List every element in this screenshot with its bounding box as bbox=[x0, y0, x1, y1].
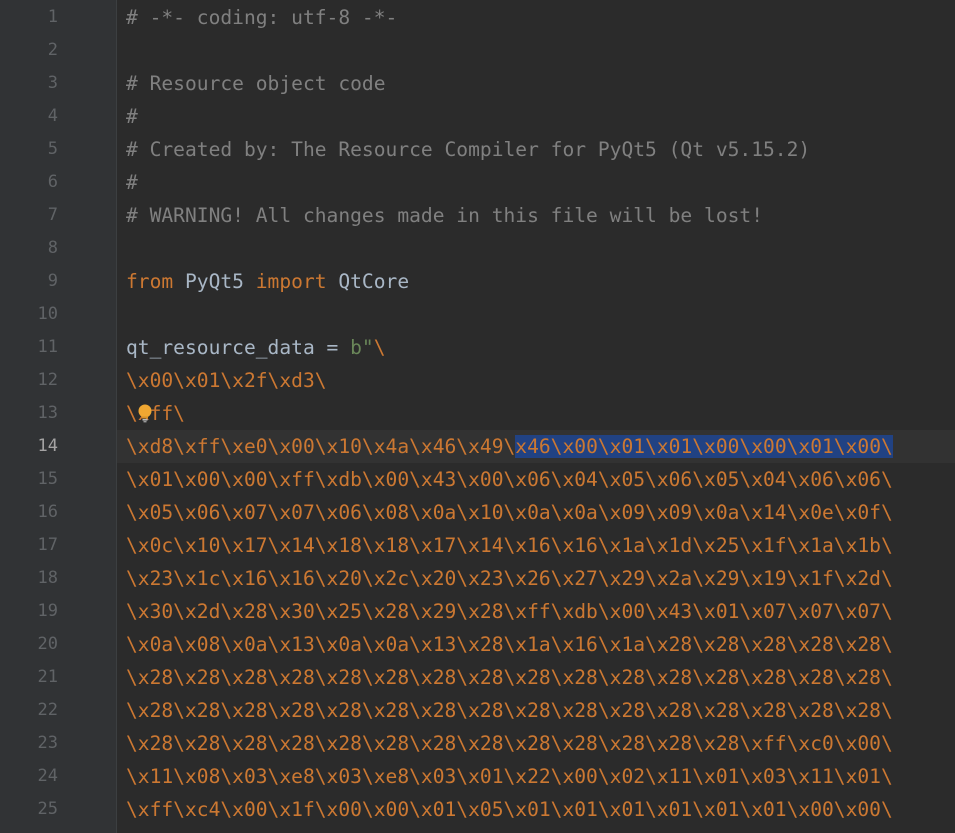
keyword-from: from bbox=[126, 270, 174, 293]
keyword-import: import bbox=[255, 270, 327, 293]
byte-escape-text: \x23\x1c\x16\x16\x20\x2c\x20\x23\x26\x27… bbox=[126, 567, 893, 590]
line-number: 12 bbox=[37, 370, 58, 390]
comment-text: # WARNING! All changes made in this file… bbox=[126, 204, 764, 227]
line-number: 17 bbox=[37, 535, 58, 555]
comment-text: # bbox=[126, 171, 138, 194]
code-line[interactable]: 5 # Created by: The Resource Compiler fo… bbox=[0, 133, 955, 166]
line-number: 19 bbox=[37, 601, 58, 621]
line-number: 13 bbox=[37, 403, 58, 423]
byte-escape-text: \x28\x28\x28\x28\x28\x28\x28\x28\x28\x28… bbox=[126, 732, 893, 755]
variable-name[interactable]: qt_resource_data = bbox=[126, 336, 350, 359]
line-number: 2 bbox=[47, 40, 58, 60]
line-number: 1 bbox=[47, 7, 58, 27]
code-line[interactable]: 21 \x28\x28\x28\x28\x28\x28\x28\x28\x28\… bbox=[0, 661, 955, 694]
lightbulb-icon[interactable] bbox=[137, 404, 153, 423]
comment-text: # -*- coding: utf-8 -*- bbox=[126, 6, 398, 29]
line-number: 11 bbox=[37, 337, 58, 357]
line-number: 15 bbox=[37, 469, 58, 489]
assignment-statement: qt_resource_data = b"\ bbox=[126, 331, 386, 364]
code-editor[interactable]: 1 # -*- coding: utf-8 -*- 2 3 # Resource… bbox=[0, 0, 955, 833]
byte-escape-text: \x0c\x10\x17\x14\x18\x18\x17\x14\x16\x16… bbox=[126, 534, 893, 557]
line-number: 18 bbox=[37, 568, 58, 588]
class-name[interactable]: QtCore bbox=[338, 270, 409, 293]
line-number: 7 bbox=[47, 205, 58, 225]
byte-escape-text: \x01\x00\x00\xff\xdb\x00\x43\x00\x06\x04… bbox=[126, 468, 893, 491]
line-number: 21 bbox=[37, 667, 58, 687]
byte-escape-text: \x28\x28\x28\x28\x28\x28\x28\x28\x28\x28… bbox=[126, 666, 893, 689]
line-number: 14 bbox=[37, 436, 58, 456]
byte-escape-text: \xff\ bbox=[126, 402, 185, 425]
import-statement: from PyQt5 import QtCore bbox=[126, 265, 409, 298]
comment-text: # bbox=[126, 105, 138, 128]
byte-escape-text: \x30\x2d\x28\x30\x25\x28\x29\x28\xff\xdb… bbox=[126, 600, 893, 623]
code-line-current[interactable]: 14 \xd8\xff\xe0\x00\x10\x4a\x46\x49\x46\… bbox=[0, 430, 955, 463]
unselected-text: \xd8\xff\xe0\x00\x10\x4a\x46\x49\ bbox=[126, 435, 516, 458]
code-line[interactable]: 15 \x01\x00\x00\xff\xdb\x00\x43\x00\x06\… bbox=[0, 463, 955, 496]
code-line[interactable]: 24 \x11\x08\x03\xe8\x03\xe8\x03\x01\x22\… bbox=[0, 760, 955, 793]
code-line[interactable]: 22 \x28\x28\x28\x28\x28\x28\x28\x28\x28\… bbox=[0, 694, 955, 727]
code-line[interactable]: 2 bbox=[0, 34, 955, 67]
line-number: 4 bbox=[47, 106, 58, 126]
code-line[interactable]: 23 \x28\x28\x28\x28\x28\x28\x28\x28\x28\… bbox=[0, 727, 955, 760]
byte-escape-text: \x11\x08\x03\xe8\x03\xe8\x03\x01\x22\x00… bbox=[126, 765, 893, 788]
code-line[interactable]: 12 \x00\x01\x2f\xd3\ bbox=[0, 364, 955, 397]
code-line[interactable]: 10 bbox=[0, 298, 955, 331]
code-line[interactable]: 6 # bbox=[0, 166, 955, 199]
string-prefix: b" bbox=[350, 336, 374, 359]
line-number: 23 bbox=[37, 733, 58, 753]
line-number: 5 bbox=[47, 139, 58, 159]
byte-escape-text: \xd8\xff\xe0\x00\x10\x4a\x46\x49\x46\x00… bbox=[126, 430, 893, 463]
line-number: 9 bbox=[47, 271, 58, 291]
code-line[interactable]: 3 # Resource object code bbox=[0, 67, 955, 100]
line-number: 3 bbox=[47, 73, 58, 93]
line-number: 6 bbox=[47, 172, 58, 192]
line-number: 22 bbox=[37, 700, 58, 720]
code-line[interactable]: 13 \xff\ bbox=[0, 397, 955, 430]
code-line[interactable]: 11 qt_resource_data = b"\ bbox=[0, 331, 955, 364]
code-line[interactable]: 20 \x0a\x08\x0a\x13\x0a\x0a\x13\x28\x1a\… bbox=[0, 628, 955, 661]
code-line[interactable]: 8 bbox=[0, 232, 955, 265]
code-line[interactable]: 9 from PyQt5 import QtCore bbox=[0, 265, 955, 298]
module-name[interactable]: PyQt5 bbox=[185, 270, 244, 293]
code-line[interactable]: 1 # -*- coding: utf-8 -*- bbox=[0, 1, 955, 34]
code-line[interactable]: 18 \x23\x1c\x16\x16\x20\x2c\x20\x23\x26\… bbox=[0, 562, 955, 595]
byte-escape-text: \x00\x01\x2f\xd3\ bbox=[126, 369, 327, 392]
text-selection[interactable]: x46\x00\x01\x01\x00\x00\x01\x00\ bbox=[515, 435, 893, 458]
code-line[interactable]: 7 # WARNING! All changes made in this fi… bbox=[0, 199, 955, 232]
line-number: 20 bbox=[37, 634, 58, 654]
escape-char: \ bbox=[373, 336, 386, 359]
line-number: 16 bbox=[37, 502, 58, 522]
byte-escape-text: \x05\x06\x07\x07\x06\x08\x0a\x10\x0a\x0a… bbox=[126, 501, 893, 524]
byte-escape-text: \xff\xc4\x00\x1f\x00\x00\x01\x05\x01\x01… bbox=[126, 798, 893, 821]
line-number: 8 bbox=[47, 238, 58, 258]
code-line[interactable]: 25 \xff\xc4\x00\x1f\x00\x00\x01\x05\x01\… bbox=[0, 793, 955, 826]
code-line[interactable]: 17 \x0c\x10\x17\x14\x18\x18\x17\x14\x16\… bbox=[0, 529, 955, 562]
line-number: 24 bbox=[37, 766, 58, 786]
line-number: 10 bbox=[37, 304, 58, 324]
byte-escape-text: \x28\x28\x28\x28\x28\x28\x28\x28\x28\x28… bbox=[126, 699, 893, 722]
code-line[interactable]: 19 \x30\x2d\x28\x30\x25\x28\x29\x28\xff\… bbox=[0, 595, 955, 628]
code-line[interactable]: 4 # bbox=[0, 100, 955, 133]
comment-text: # Created by: The Resource Compiler for … bbox=[126, 138, 811, 161]
byte-escape-text: \x0a\x08\x0a\x13\x0a\x0a\x13\x28\x1a\x16… bbox=[126, 633, 893, 656]
line-number: 25 bbox=[37, 799, 58, 819]
code-line[interactable]: 16 \x05\x06\x07\x07\x06\x08\x0a\x10\x0a\… bbox=[0, 496, 955, 529]
comment-text: # Resource object code bbox=[126, 72, 386, 95]
